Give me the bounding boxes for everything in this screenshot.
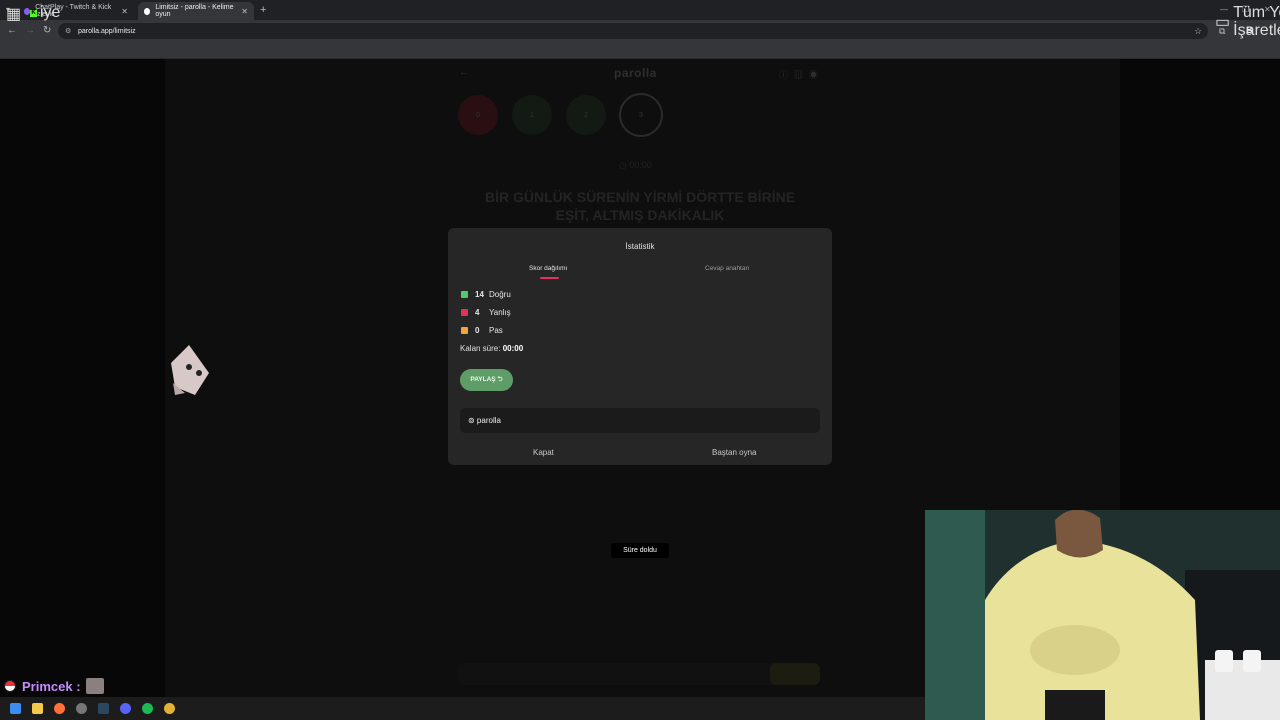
- tab-parolla[interactable]: Limitsiz - parolla - Kelime oyun ✕: [138, 2, 254, 20]
- active-tab-indicator: [540, 277, 559, 279]
- letter-circle: 0: [458, 95, 498, 135]
- parolla-favicon-icon: [144, 7, 151, 15]
- back-icon[interactable]: ←: [7, 25, 17, 36]
- letter-circle: 1: [512, 95, 552, 135]
- windows-start-icon[interactable]: [10, 703, 21, 714]
- bookmarks-bar: [0, 42, 1280, 59]
- back-arrow-icon[interactable]: ←: [459, 67, 469, 78]
- close-tab-icon[interactable]: ✕: [121, 7, 128, 16]
- restart-button[interactable]: Baştan oyna: [712, 448, 756, 457]
- app-icon[interactable]: [76, 703, 87, 714]
- remaining-time: Kalan süre: 00:00: [460, 344, 524, 353]
- forward-icon[interactable]: →: [25, 25, 35, 36]
- chat-username: Primcek :: [22, 678, 81, 694]
- firefox-icon[interactable]: [54, 703, 65, 714]
- stat-pass: 0 Pas: [461, 326, 503, 335]
- all-bookmarks[interactable]: ▭ Tüm Yer İşaretleri: [1215, 4, 1280, 40]
- modal-title: İstatistik: [625, 242, 655, 251]
- new-tab-icon[interactable]: +: [260, 4, 266, 16]
- kick-icon: K: [30, 9, 37, 17]
- cat-emote-icon: [85, 678, 104, 694]
- close-tab-icon[interactable]: ✕: [241, 7, 248, 16]
- stat-wrong: 4 Yanlış: [461, 308, 511, 317]
- apps-icon[interactable]: ▦: [6, 4, 21, 24]
- spotify-icon[interactable]: [142, 703, 153, 714]
- reload-icon[interactable]: ↻: [43, 25, 51, 36]
- stat-correct: 14 Doğru: [461, 290, 511, 299]
- tab-title: Limitsiz - parolla - Kelime oyun: [155, 4, 234, 18]
- letter-circle-current: 3: [619, 93, 663, 137]
- chrome-icon[interactable]: [164, 703, 175, 714]
- answer-input[interactable]: [458, 663, 820, 685]
- cat-sticker-image: [171, 345, 209, 395]
- clock-icon: ◷: [619, 160, 627, 170]
- all-bookmarks-label: Tüm Yer İşaretleri: [1233, 4, 1280, 39]
- file-explorer-icon[interactable]: [32, 703, 43, 714]
- chat-message: Primcek :: [4, 678, 104, 694]
- question-text: BİR GÜNLÜK SÜRENİN YİRMİ DÖRTTE BİRİNE E…: [484, 189, 796, 223]
- time-up-toast: Süre doldu: [611, 543, 669, 558]
- green-square-icon: [461, 291, 468, 298]
- bookmark-star-icon[interactable]: ☆: [1194, 26, 1202, 37]
- tab-score-distribution[interactable]: Skor dağılımı: [529, 265, 567, 272]
- close-button[interactable]: Kapat: [533, 448, 554, 457]
- pokeball-icon: [4, 680, 16, 692]
- orange-square-icon: [461, 327, 468, 334]
- tab-answer-key[interactable]: Cevap anahtarı: [705, 265, 749, 272]
- stats-icon[interactable]: ▥: [794, 70, 809, 80]
- url-input[interactable]: ⚙ parolla.app/limitsiz: [58, 23, 1208, 39]
- share-button[interactable]: PAYLAŞ ⮌: [460, 369, 513, 391]
- site-info-icon[interactable]: ⚙: [65, 27, 71, 35]
- discord-icon[interactable]: [120, 703, 131, 714]
- user-icon[interactable]: ◉: [809, 70, 824, 80]
- statistics-modal: İstatistik Skor dağılımı Cevap anahtarı …: [448, 228, 832, 465]
- header-icons: ⓘ▥◉: [779, 68, 824, 81]
- game-timer: ◷ 00:00: [619, 160, 652, 170]
- taskbar: [0, 697, 925, 720]
- folder-icon: ▭: [1215, 14, 1231, 31]
- page-brand: parolla: [614, 66, 657, 80]
- info-icon[interactable]: ⓘ: [779, 70, 794, 80]
- bookmark-kick[interactable]: K iye: [30, 4, 60, 22]
- red-square-icon: [461, 309, 468, 316]
- letter-circle: 2: [566, 95, 606, 135]
- webcam-video: [925, 510, 1280, 720]
- url-text: parolla.app/limitsiz: [78, 27, 136, 35]
- bookmark-label: iye: [40, 4, 61, 21]
- steam-icon[interactable]: [98, 703, 109, 714]
- share-preview: ⊚ parolla: [460, 408, 820, 433]
- answer-submit-button[interactable]: [770, 663, 820, 685]
